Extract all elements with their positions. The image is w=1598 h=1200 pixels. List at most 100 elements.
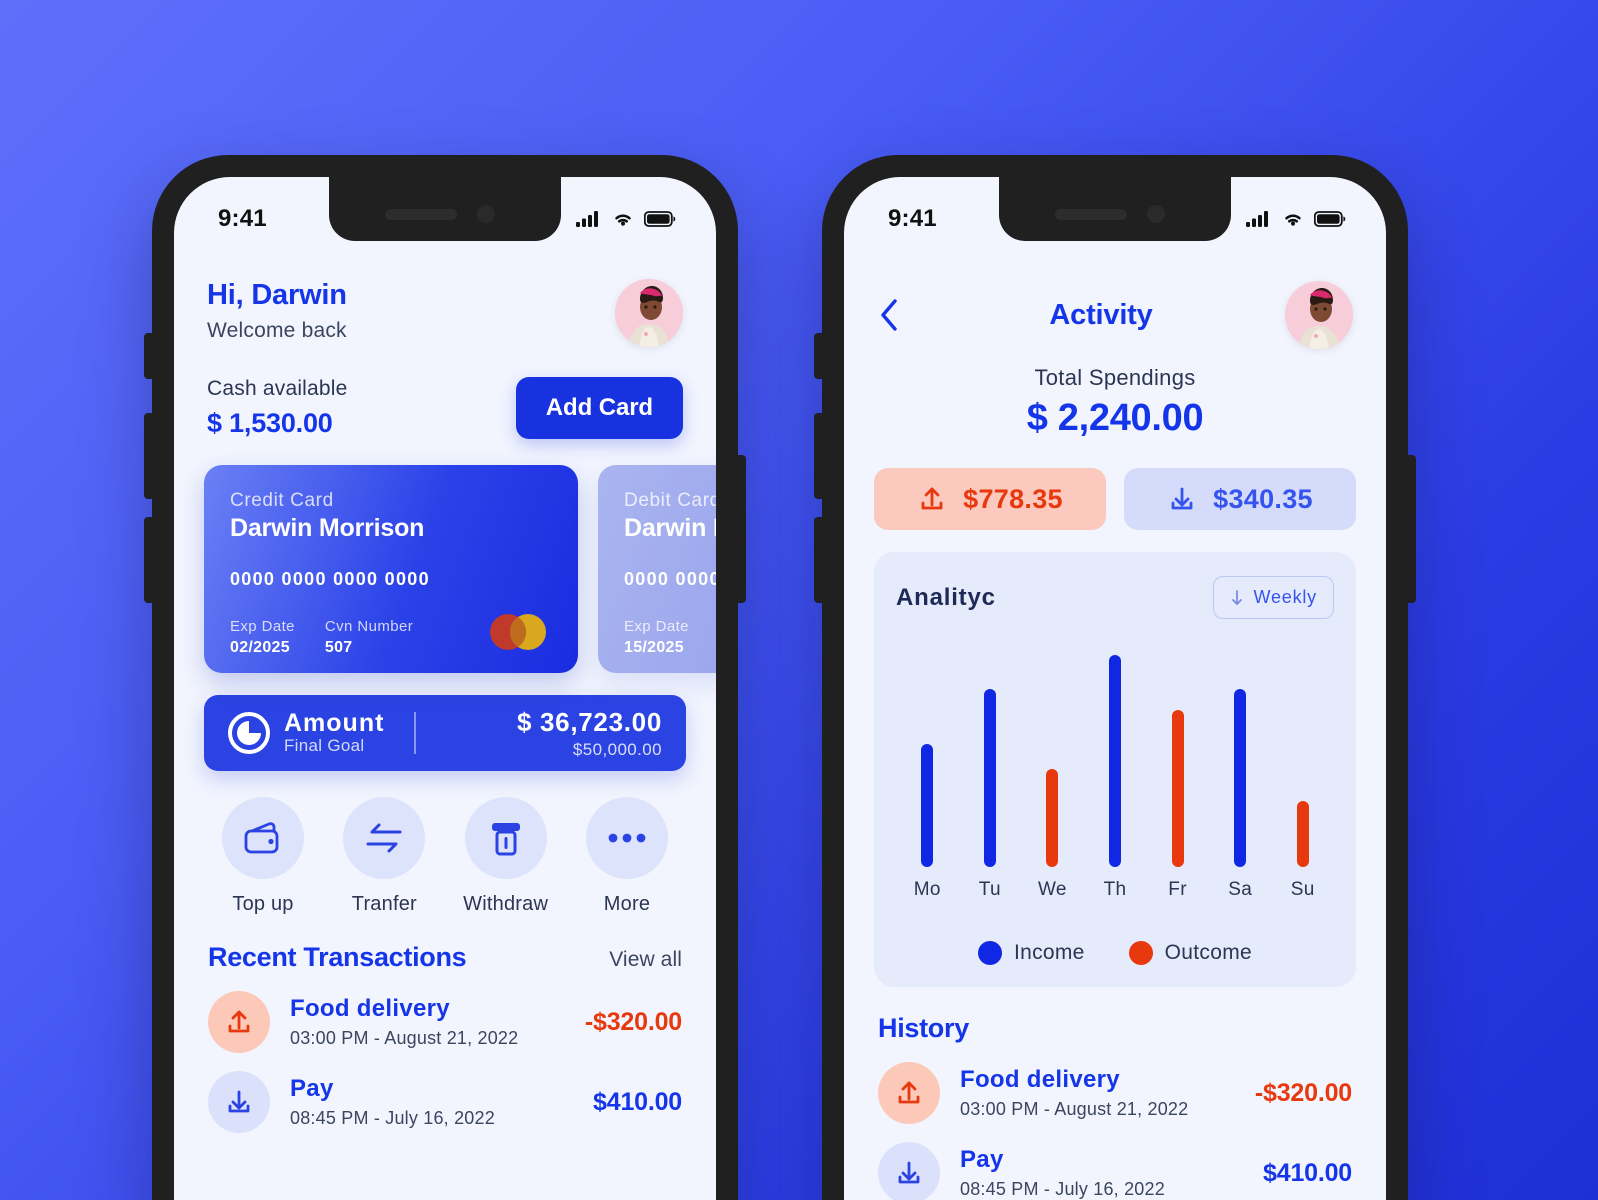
page-title: Activity bbox=[1049, 298, 1153, 331]
view-all-link[interactable]: View all bbox=[609, 948, 682, 972]
amount-title: Amount bbox=[284, 708, 385, 737]
transaction-body: Pay 08:45 PM - July 16, 2022 bbox=[290, 1075, 573, 1129]
transaction-name: Food delivery bbox=[290, 995, 450, 1022]
analytics-title: Analityc bbox=[896, 583, 996, 611]
volume-down-button[interactable] bbox=[144, 517, 154, 603]
table-row[interactable]: Pay 08:45 PM - July 16, 2022 $410.00 bbox=[874, 1124, 1356, 1200]
card-type: Credit Card bbox=[230, 490, 334, 511]
activity-topbar: Activity bbox=[874, 257, 1356, 349]
transaction-icon bbox=[208, 1071, 270, 1133]
cards-carousel[interactable]: Credit Card Darwin Morrison 0000 0000 00… bbox=[204, 465, 716, 673]
atm-withdraw-icon bbox=[491, 823, 520, 856]
power-button[interactable] bbox=[1406, 455, 1416, 603]
analytics-card: Analityc Weekly Mo Tu We Th Fr Sa Su Inc… bbox=[874, 552, 1356, 987]
wifi-icon bbox=[615, 214, 631, 226]
legend-item-outcome: Outcome bbox=[1128, 941, 1252, 965]
volume-down-button[interactable] bbox=[814, 517, 824, 603]
summary-pills: $778.35 $340.35 bbox=[874, 468, 1356, 530]
phone-home: 9:41 Hi, Darwin Welcome back Cash availa… bbox=[144, 155, 746, 1200]
exp-date-value: 15/2025 bbox=[624, 639, 684, 656]
amount-goal-bar[interactable]: Amount Final Goal $ 36,723.00 $50,000.00 bbox=[204, 695, 686, 771]
action-more[interactable]: More bbox=[572, 797, 682, 916]
x-axis-tick: Mo bbox=[913, 879, 941, 900]
bar-column bbox=[1296, 801, 1309, 867]
mastercard-icon bbox=[490, 614, 546, 650]
x-axis-tick: Sa bbox=[1228, 879, 1253, 900]
total-spendings: Total Spendings $ 2,240.00 bbox=[874, 365, 1356, 440]
credit-card[interactable]: Credit Card Darwin Morrison 0000 0000 00… bbox=[204, 465, 578, 673]
chart-legend: Income Outcome bbox=[896, 941, 1334, 965]
bar-column bbox=[1171, 710, 1184, 867]
action-bubble bbox=[585, 797, 668, 879]
download-arrow-icon bbox=[228, 1090, 250, 1113]
silent-switch[interactable] bbox=[144, 333, 154, 379]
legend-label: Income bbox=[1014, 941, 1085, 964]
status-bar: 9:41 bbox=[844, 177, 1386, 243]
amount-left: Amount Final Goal bbox=[228, 710, 384, 756]
x-axis-tick: We bbox=[1038, 879, 1067, 900]
volume-up-button[interactable] bbox=[144, 413, 154, 499]
card-type: Debit Card bbox=[624, 490, 716, 511]
table-row[interactable]: Food delivery 03:00 PM - August 21, 2022… bbox=[204, 973, 686, 1053]
action-label: Withdraw bbox=[463, 893, 549, 915]
transaction-date: 03:00 PM - August 21, 2022 bbox=[290, 1028, 519, 1048]
table-row[interactable]: Food delivery 03:00 PM - August 21, 2022… bbox=[874, 1044, 1356, 1124]
chart-bar bbox=[983, 688, 996, 867]
transaction-name: Pay bbox=[290, 1075, 334, 1102]
greeting-subtitle: Welcome back bbox=[207, 319, 347, 342]
cash-label: Cash available bbox=[207, 377, 348, 400]
income-value: $340.35 bbox=[1213, 483, 1313, 514]
debit-card[interactable]: Debit Card Darwin Morrison 0000 0000 000… bbox=[598, 465, 716, 673]
bar-column bbox=[921, 744, 934, 867]
quick-actions: Top up Tranfer Withdraw More bbox=[204, 797, 686, 916]
amount-value: $ 36,723.00 bbox=[516, 706, 662, 737]
card-number: 0000 0000 0000 0000 bbox=[624, 569, 716, 589]
bar-chart-xaxis: Mo Tu We Th Fr Sa Su bbox=[896, 879, 1334, 907]
volume-up-button[interactable] bbox=[814, 413, 824, 499]
status-indicators bbox=[576, 210, 676, 228]
action-top-up[interactable]: Top up bbox=[208, 797, 318, 916]
amount-goal: $50,000.00 bbox=[572, 739, 662, 759]
transaction-name: Food delivery bbox=[960, 1066, 1120, 1093]
transaction-amount: -$320.00 bbox=[584, 1007, 682, 1036]
power-button[interactable] bbox=[736, 455, 746, 603]
card-holder: Darwin Morrison bbox=[230, 514, 425, 542]
page-title: Hi, Darwin bbox=[207, 279, 347, 311]
card-number: 0000 0000 0000 0000 bbox=[230, 569, 430, 589]
x-axis-tick: Su bbox=[1290, 879, 1315, 900]
wifi-icon bbox=[1285, 214, 1301, 226]
chevron-left-icon bbox=[881, 299, 897, 331]
total-value: $ 2,240.00 bbox=[1026, 397, 1204, 439]
avatar-illustration bbox=[615, 279, 683, 347]
bar-column bbox=[1234, 688, 1247, 867]
cvn-value: 507 bbox=[324, 639, 353, 656]
transaction-date: 08:45 PM - July 16, 2022 bbox=[290, 1108, 495, 1128]
upload-arrow-icon bbox=[898, 1081, 920, 1104]
wallet-icon bbox=[244, 822, 279, 854]
table-row[interactable]: Pay 08:45 PM - July 16, 2022 $410.00 bbox=[204, 1053, 686, 1133]
back-button[interactable] bbox=[877, 291, 917, 339]
battery-full-icon bbox=[644, 211, 676, 227]
action-transfer[interactable]: Tranfer bbox=[329, 797, 439, 916]
avatar[interactable] bbox=[615, 279, 683, 347]
status-indicators bbox=[1246, 210, 1346, 228]
card-footer: Exp Date 15/2025 Cvn Number 507 bbox=[624, 618, 716, 657]
silent-switch[interactable] bbox=[814, 333, 824, 379]
home-screen: 9:41 Hi, Darwin Welcome back Cash availa… bbox=[174, 177, 716, 1200]
income-pill[interactable]: $340.35 bbox=[1124, 468, 1356, 530]
add-card-button[interactable]: Add Card bbox=[515, 377, 683, 439]
canvas: 9:41 Hi, Darwin Welcome back Cash availa… bbox=[0, 0, 1598, 1200]
outcome-pill[interactable]: $778.35 bbox=[874, 468, 1106, 530]
exp-date-label: Exp Date bbox=[230, 618, 295, 635]
range-selector[interactable]: Weekly bbox=[1212, 576, 1334, 619]
exp-date-value: 02/2025 bbox=[230, 639, 290, 656]
analytics-header: Analityc Weekly bbox=[896, 576, 1334, 619]
action-withdraw[interactable]: Withdraw bbox=[451, 797, 561, 916]
transaction-body: Pay 08:45 PM - July 16, 2022 bbox=[960, 1146, 1243, 1200]
cash-row: Cash available $ 1,530.00 Add Card bbox=[204, 377, 686, 439]
action-bubble bbox=[222, 797, 304, 879]
avatar[interactable] bbox=[1284, 281, 1353, 349]
outcome-value: $778.35 bbox=[963, 483, 1063, 514]
legend-swatch bbox=[978, 941, 1002, 965]
bar-column bbox=[1046, 769, 1059, 867]
